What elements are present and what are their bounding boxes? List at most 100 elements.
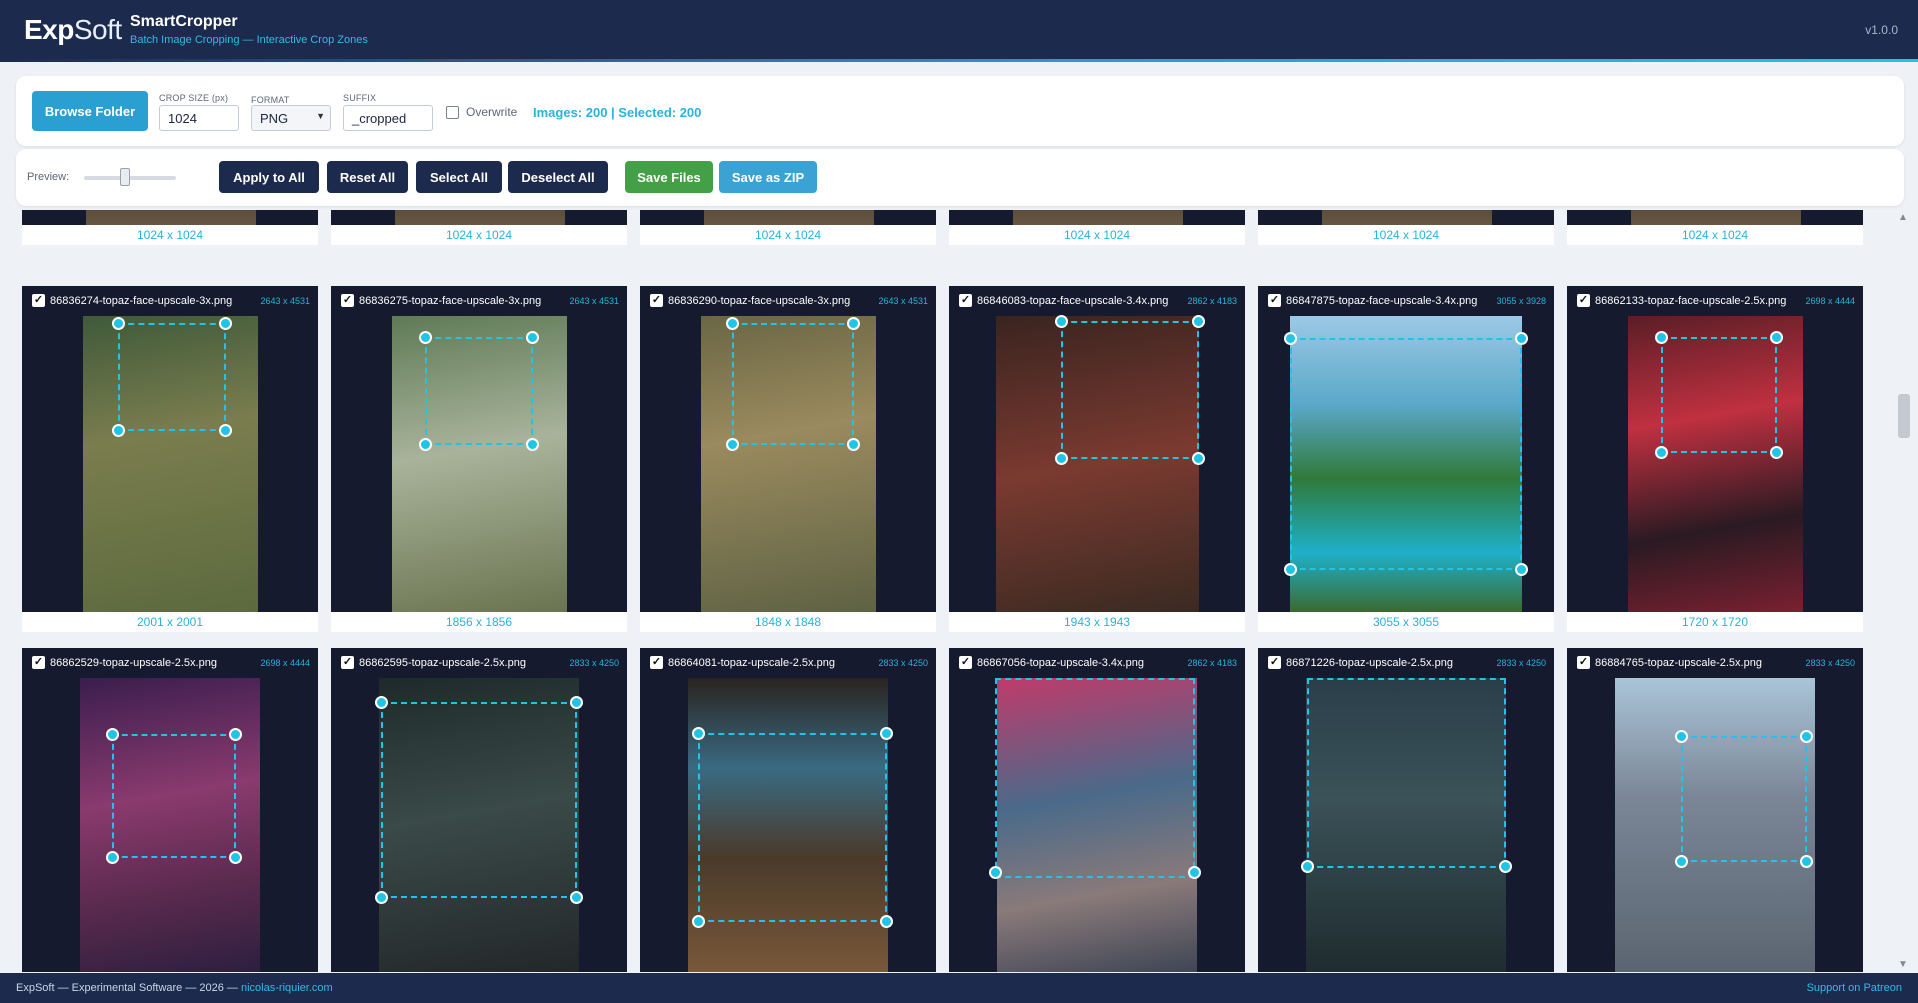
format-select[interactable]: PNG ▼: [251, 105, 331, 131]
apply-to-all-button[interactable]: Apply to All: [219, 161, 319, 193]
crop-zone[interactable]: [698, 733, 887, 922]
crop-handle[interactable]: [419, 331, 432, 344]
image-card[interactable]: ✓ 86884765-topaz-upscale-2.5x.png 2833 x…: [1567, 648, 1863, 972]
crop-handle[interactable]: [229, 728, 242, 741]
crop-handle[interactable]: [726, 438, 739, 451]
select-checkbox[interactable]: ✓: [341, 656, 354, 669]
select-checkbox[interactable]: ✓: [1577, 656, 1590, 669]
crop-zone[interactable]: [425, 337, 533, 445]
scroll-thumb[interactable]: [1898, 394, 1910, 438]
select-checkbox[interactable]: ✓: [959, 656, 972, 669]
crop-handle[interactable]: [570, 891, 583, 904]
select-checkbox[interactable]: ✓: [32, 294, 45, 307]
crop-handle[interactable]: [1055, 452, 1068, 465]
crop-handle[interactable]: [1188, 866, 1201, 879]
website-link[interactable]: nicolas-riquier.com: [241, 982, 333, 994]
crop-handle[interactable]: [1655, 446, 1668, 459]
deselect-all-button[interactable]: Deselect All: [508, 161, 608, 193]
patreon-link[interactable]: Support on Patreon: [1807, 982, 1902, 994]
crop-handle[interactable]: [880, 727, 893, 740]
crop-handle[interactable]: [1675, 730, 1688, 743]
crop-handle[interactable]: [570, 696, 583, 709]
crop-handle[interactable]: [1655, 331, 1668, 344]
select-all-button[interactable]: Select All: [416, 161, 502, 193]
image-card[interactable]: ✓ 86864081-topaz-upscale-2.5x.png 2833 x…: [640, 648, 936, 972]
crop-zone[interactable]: [1661, 337, 1777, 453]
crop-handle[interactable]: [375, 891, 388, 904]
image-card[interactable]: 1024 x 1024: [640, 210, 936, 245]
reset-all-button[interactable]: Reset All: [327, 161, 408, 193]
preview-slider-thumb[interactable]: [120, 168, 131, 186]
crop-handle[interactable]: [1770, 446, 1783, 459]
image-card[interactable]: 1024 x 1024: [1258, 210, 1554, 245]
crop-handle[interactable]: [1284, 563, 1297, 576]
crop-handle[interactable]: [526, 438, 539, 451]
scroll-down-icon[interactable]: ▼: [1898, 959, 1908, 970]
overwrite-checkbox[interactable]: [446, 106, 459, 119]
crop-zone[interactable]: [995, 678, 1195, 878]
crop-handle[interactable]: [419, 438, 432, 451]
crop-zone[interactable]: [112, 734, 236, 858]
scroll-up-icon[interactable]: ▲: [1898, 212, 1908, 223]
select-checkbox[interactable]: ✓: [959, 294, 972, 307]
image-card[interactable]: ✓ 86862529-topaz-upscale-2.5x.png 2698 x…: [22, 648, 318, 972]
crop-handle[interactable]: [1284, 332, 1297, 345]
crop-handle[interactable]: [1515, 332, 1528, 345]
image-card[interactable]: ✓ 86836275-topaz-face-upscale-3x.png 264…: [331, 286, 627, 632]
image-card[interactable]: ✓ 86862595-topaz-upscale-2.5x.png 2833 x…: [331, 648, 627, 972]
crop-size-input[interactable]: 1024: [159, 105, 239, 131]
crop-handle[interactable]: [1192, 452, 1205, 465]
crop-handle[interactable]: [526, 331, 539, 344]
save-as-zip-button[interactable]: Save as ZIP: [719, 161, 817, 193]
crop-handle[interactable]: [1800, 855, 1813, 868]
crop-handle[interactable]: [692, 727, 705, 740]
image-card[interactable]: 1024 x 1024: [1567, 210, 1863, 245]
crop-handle[interactable]: [880, 915, 893, 928]
crop-handle[interactable]: [375, 696, 388, 709]
crop-zone[interactable]: [1061, 321, 1199, 459]
crop-zone[interactable]: [1307, 678, 1506, 868]
select-checkbox[interactable]: ✓: [1577, 294, 1590, 307]
crop-handle[interactable]: [1515, 563, 1528, 576]
scrollbar[interactable]: ▲ ▼: [1896, 210, 1910, 972]
crop-handle[interactable]: [106, 851, 119, 864]
crop-handle[interactable]: [847, 438, 860, 451]
crop-handle[interactable]: [1301, 860, 1314, 873]
select-checkbox[interactable]: ✓: [32, 656, 45, 669]
crop-handle[interactable]: [1770, 331, 1783, 344]
crop-handle[interactable]: [1192, 315, 1205, 328]
crop-handle[interactable]: [112, 317, 125, 330]
image-card[interactable]: 1024 x 1024: [331, 210, 627, 245]
crop-handle[interactable]: [1800, 730, 1813, 743]
image-card[interactable]: ✓ 86871226-topaz-upscale-2.5x.png 2833 x…: [1258, 648, 1554, 972]
crop-zone[interactable]: [118, 323, 226, 431]
image-card[interactable]: 1024 x 1024: [949, 210, 1245, 245]
crop-handle[interactable]: [219, 424, 232, 437]
crop-zone[interactable]: [1681, 736, 1807, 862]
crop-handle[interactable]: [726, 317, 739, 330]
crop-handle[interactable]: [106, 728, 119, 741]
image-card[interactable]: ✓ 86847875-topaz-face-upscale-3.4x.png 3…: [1258, 286, 1554, 632]
crop-handle[interactable]: [847, 317, 860, 330]
crop-handle[interactable]: [989, 866, 1002, 879]
crop-handle[interactable]: [1499, 860, 1512, 873]
select-checkbox[interactable]: ✓: [650, 656, 663, 669]
image-card[interactable]: ✓ 86836290-topaz-face-upscale-3x.png 264…: [640, 286, 936, 632]
crop-handle[interactable]: [112, 424, 125, 437]
suffix-input[interactable]: _cropped: [343, 105, 433, 131]
crop-zone[interactable]: [1290, 338, 1522, 570]
select-checkbox[interactable]: ✓: [650, 294, 663, 307]
image-card[interactable]: 1024 x 1024: [22, 210, 318, 245]
image-card[interactable]: ✓ 86867056-topaz-upscale-3.4x.png 2862 x…: [949, 648, 1245, 972]
crop-handle[interactable]: [1675, 855, 1688, 868]
select-checkbox[interactable]: ✓: [1268, 656, 1281, 669]
select-checkbox[interactable]: ✓: [1268, 294, 1281, 307]
image-card[interactable]: ✓ 86836274-topaz-face-upscale-3x.png 264…: [22, 286, 318, 632]
crop-handle[interactable]: [692, 915, 705, 928]
crop-zone[interactable]: [732, 323, 854, 445]
image-card[interactable]: ✓ 86862133-topaz-face-upscale-2.5x.png 2…: [1567, 286, 1863, 632]
browse-folder-button[interactable]: Browse Folder: [32, 91, 148, 131]
crop-handle[interactable]: [1055, 315, 1068, 328]
crop-handle[interactable]: [219, 317, 232, 330]
crop-handle[interactable]: [229, 851, 242, 864]
